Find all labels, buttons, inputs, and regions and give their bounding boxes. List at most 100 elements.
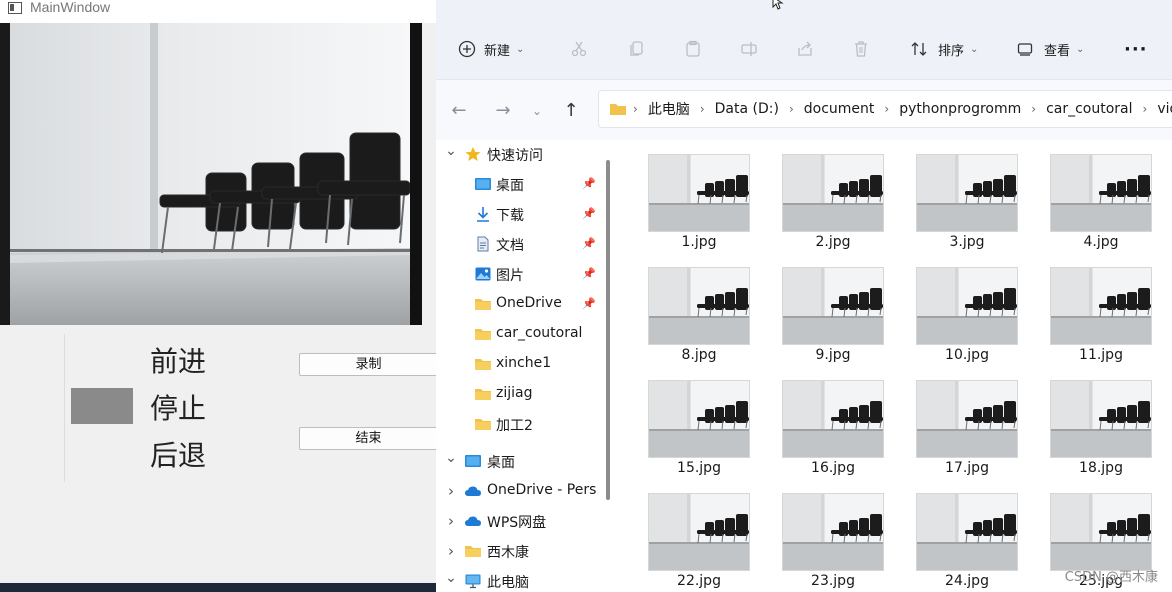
nav-item[interactable]: 加工2: [436, 410, 606, 438]
breadcrumb-item[interactable]: 此电脑: [648, 99, 690, 119]
pin-icon: 📌: [582, 297, 596, 310]
image-thumbnail: [648, 154, 750, 232]
cut-button[interactable]: [570, 36, 588, 62]
file-item[interactable]: 1.jpg: [638, 140, 750, 252]
forward-arrow-icon[interactable]: →: [490, 98, 516, 124]
view-button[interactable]: 查看 ⌄: [1016, 36, 1084, 62]
rename-button[interactable]: [740, 36, 758, 62]
chevron-down-icon: ⌄: [1076, 43, 1085, 55]
nav-item-label: zijiag: [496, 385, 533, 401]
camera-view: [0, 23, 422, 325]
nav-pane-scrollbar[interactable]: [606, 160, 610, 500]
folder-icon: [474, 356, 492, 372]
nav-item-label: 文档: [496, 238, 524, 254]
main-window-title: MainWindow: [30, 0, 111, 15]
nav-item[interactable]: 下载 📌: [436, 200, 606, 228]
file-item[interactable]: 8.jpg: [638, 253, 750, 365]
document-icon: [474, 236, 492, 252]
chevron-right-icon[interactable]: ›: [444, 482, 458, 500]
file-item[interactable]: 18.jpg: [1040, 366, 1152, 478]
image-thumbnail: [782, 493, 884, 571]
end-button[interactable]: 结束: [299, 427, 438, 450]
file-item[interactable]: 24.jpg: [906, 479, 1018, 591]
file-item[interactable]: 4.jpg: [1040, 140, 1152, 252]
breadcrumb-item[interactable]: pythonprogromm: [899, 101, 1021, 117]
trash-icon: [855, 41, 867, 57]
explorer-titlebar[interactable]: 20220910091215: [436, 0, 1172, 12]
sort-button[interactable]: 排序 ⌄: [910, 36, 978, 62]
delete-button[interactable]: [852, 36, 870, 62]
nav-item[interactable]: 图片 📌: [436, 260, 606, 288]
chevron-down-icon[interactable]: ⌄: [444, 570, 458, 586]
copy-button[interactable]: [628, 36, 646, 62]
file-item[interactable]: 22.jpg: [638, 479, 750, 591]
nav-item[interactable]: xinche1: [436, 350, 606, 378]
chevron-down-icon[interactable]: ⌄: [444, 450, 458, 466]
breadcrumb-separator: ›: [788, 102, 794, 116]
recent-locations-chevron-icon[interactable]: ⌄: [524, 98, 550, 124]
chevron-down-icon[interactable]: ⌄: [444, 143, 458, 159]
nav-item[interactable]: ⌄ 桌面: [436, 447, 606, 475]
pin-icon: 📌: [582, 177, 596, 190]
breadcrumb-item[interactable]: vio: [1157, 101, 1172, 117]
breadcrumb-item[interactable]: document: [804, 101, 875, 117]
paste-button[interactable]: [684, 36, 702, 62]
file-item[interactable]: 17.jpg: [906, 366, 1018, 478]
chevron-right-icon[interactable]: ›: [444, 512, 458, 530]
more-options-button[interactable]: ···: [1124, 36, 1148, 62]
record-button[interactable]: 录制: [299, 353, 438, 376]
file-item[interactable]: 3.jpg: [906, 140, 1018, 252]
nav-item[interactable]: › OneDrive - Pers: [436, 477, 606, 505]
nav-item[interactable]: 文档 📌: [436, 230, 606, 258]
file-item[interactable]: 10.jpg: [906, 253, 1018, 365]
file-name: 17.jpg: [945, 460, 989, 476]
file-item[interactable]: 9.jpg: [772, 253, 884, 365]
nav-item-label: OneDrive: [496, 295, 562, 311]
file-item[interactable]: 23.jpg: [772, 479, 884, 591]
image-thumbnail: [916, 380, 1018, 458]
nav-item[interactable]: › WPS网盘: [436, 507, 606, 535]
pin-icon: 📌: [582, 237, 596, 250]
new-button-label: 新建: [484, 43, 511, 59]
nav-item[interactable]: OneDrive 📌: [436, 290, 606, 318]
share-button[interactable]: [796, 36, 814, 62]
main-window: MainWindow 前进 停止 后退 录制 结束: [0, 0, 438, 592]
file-explorer-window: 20220910091215 新建 ⌄: [436, 0, 1172, 592]
download-icon: [474, 206, 492, 222]
up-arrow-icon[interactable]: ↑: [558, 98, 584, 124]
image-thumbnail: [648, 267, 750, 345]
image-thumbnail: [916, 267, 1018, 345]
nav-item-label: 图片: [496, 268, 524, 284]
file-item[interactable]: 15.jpg: [638, 366, 750, 478]
breadcrumb-item[interactable]: car_coutoral: [1046, 101, 1132, 117]
nav-item[interactable]: car_coutoral: [436, 320, 606, 348]
nav-item-label: 快速访问: [487, 148, 543, 164]
file-name: 4.jpg: [1083, 234, 1119, 250]
nav-item[interactable]: › 西木康: [436, 537, 606, 565]
desktop-icon: [464, 453, 482, 469]
computer-icon: [464, 573, 482, 589]
file-item[interactable]: 11.jpg: [1040, 253, 1152, 365]
breadcrumb-item[interactable]: Data (D:): [715, 101, 779, 117]
nav-item[interactable]: ⌄ 快速访问: [436, 140, 606, 168]
file-name: 23.jpg: [811, 573, 855, 589]
file-name: 3.jpg: [949, 234, 985, 250]
new-button[interactable]: 新建 ⌄: [458, 36, 524, 62]
file-name: 15.jpg: [677, 460, 721, 476]
address-bar[interactable]: › 此电脑 › Data (D:) › document › pythonpro…: [598, 90, 1172, 128]
file-grid: 1.jpg 2.jpg 3.jpg 4.jpg 8.jpg 9.jpg 10.j…: [618, 140, 1172, 592]
nav-item[interactable]: ⌄ 此电脑: [436, 567, 606, 592]
cloud-icon: [464, 483, 482, 499]
nav-item[interactable]: 桌面 📌: [436, 170, 606, 198]
chevron-right-icon[interactable]: ›: [444, 542, 458, 560]
breadcrumb-separator: ›: [1142, 102, 1148, 116]
file-item[interactable]: 16.jpg: [772, 366, 884, 478]
main-window-titlebar[interactable]: MainWindow: [0, 0, 436, 23]
nav-item-label: 下载: [496, 208, 524, 224]
file-name: 1.jpg: [681, 234, 717, 250]
file-item[interactable]: 2.jpg: [772, 140, 884, 252]
image-thumbnail: [1050, 267, 1152, 345]
back-arrow-icon[interactable]: ←: [446, 98, 472, 124]
nav-item[interactable]: zijiag: [436, 380, 606, 408]
plus-circle-icon: [458, 40, 476, 58]
